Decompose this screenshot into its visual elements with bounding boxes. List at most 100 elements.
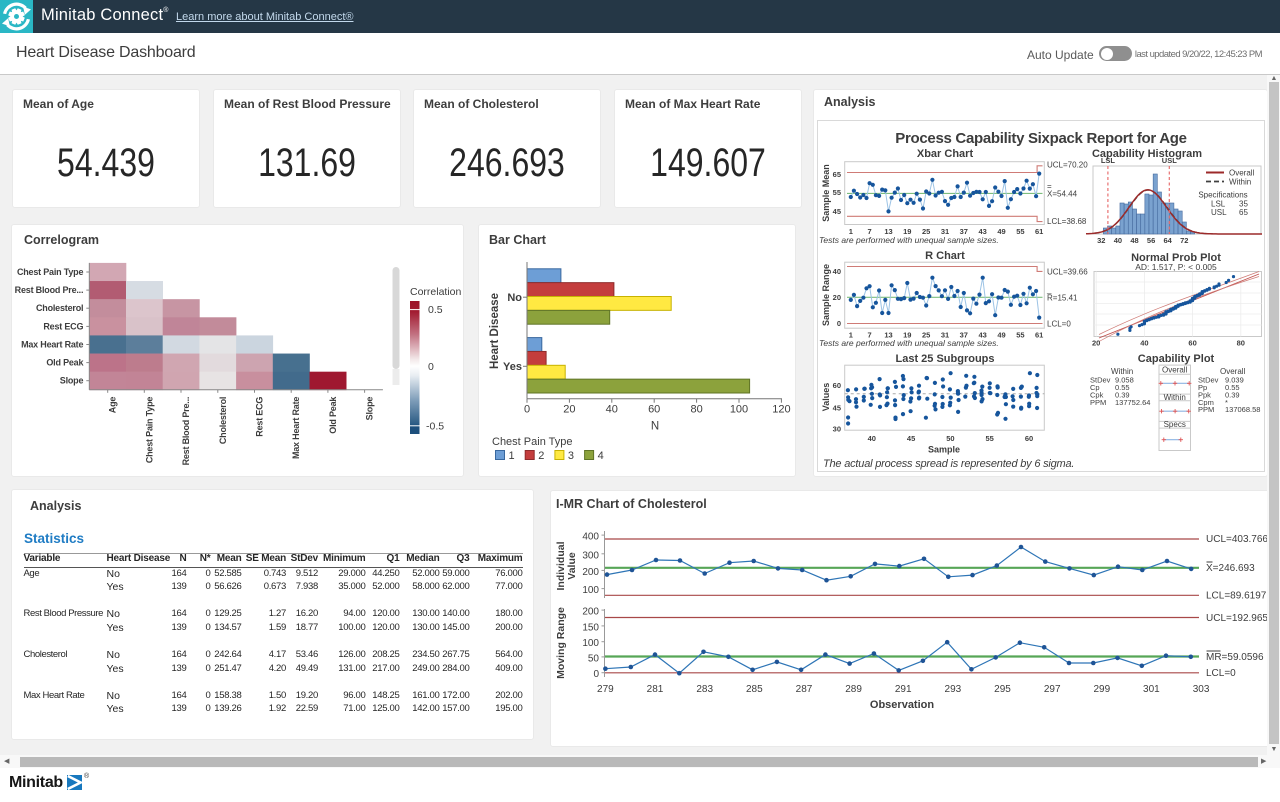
svg-text:30: 30	[833, 425, 841, 434]
svg-text:64: 64	[1164, 236, 1173, 245]
svg-text:Sample Mean: Sample Mean	[821, 164, 831, 222]
svg-text:USL: USL	[1211, 208, 1227, 217]
svg-text:40: 40	[833, 267, 841, 276]
svg-text:48: 48	[1130, 236, 1138, 245]
svg-text:MR=59.0596: MR=59.0596	[1206, 652, 1264, 663]
svg-text:56: 56	[1147, 236, 1155, 245]
svg-text:60: 60	[1025, 434, 1033, 443]
svg-text:PPM: PPM	[1090, 398, 1106, 407]
svg-text:Rest ECG: Rest ECG	[43, 321, 83, 331]
svg-text:LSL: LSL	[1101, 156, 1116, 165]
svg-text:297: 297	[1044, 684, 1061, 695]
svg-text:50: 50	[946, 434, 954, 443]
svg-text:0: 0	[524, 404, 530, 416]
svg-text:45: 45	[833, 207, 841, 216]
svg-text:299: 299	[1093, 684, 1110, 695]
svg-text:301: 301	[1143, 684, 1160, 695]
svg-text:X=54.44: X=54.44	[1047, 190, 1078, 199]
svg-text:60: 60	[648, 404, 660, 416]
svg-text:LCL=0: LCL=0	[1047, 320, 1071, 329]
svg-text:UCL=39.66: UCL=39.66	[1047, 268, 1088, 277]
svg-text:40: 40	[868, 434, 876, 443]
svg-text:R Chart: R Chart	[925, 250, 965, 262]
svg-text:Old Peak: Old Peak	[46, 358, 84, 368]
svg-text:279: 279	[597, 684, 614, 695]
svg-text:20: 20	[563, 404, 575, 416]
svg-text:50: 50	[588, 653, 600, 664]
svg-text:0: 0	[837, 319, 841, 328]
svg-text:100: 100	[730, 404, 748, 416]
svg-text:Chest Pain Type: Chest Pain Type	[144, 397, 154, 464]
svg-text:Chest Pain Type: Chest Pain Type	[492, 436, 573, 448]
svg-text:40: 40	[1140, 339, 1148, 348]
svg-text:Overall: Overall	[1220, 367, 1246, 376]
svg-text:LCL=0: LCL=0	[1206, 668, 1236, 679]
svg-text:No: No	[507, 292, 522, 304]
svg-text:Xbar Chart: Xbar Chart	[917, 148, 974, 160]
svg-text:AD: 1.517, P: < 0.005: AD: 1.517, P: < 0.005	[1135, 262, 1217, 272]
svg-text:100: 100	[582, 638, 599, 649]
svg-text:40: 40	[1114, 236, 1122, 245]
svg-text:Rest Blood Pre...: Rest Blood Pre...	[15, 285, 84, 295]
svg-text:1: 1	[509, 450, 515, 462]
svg-text:Within: Within	[1111, 367, 1133, 376]
svg-text:Moving Range: Moving Range	[555, 607, 567, 679]
svg-text:293: 293	[945, 684, 962, 695]
svg-text:40: 40	[606, 404, 618, 416]
svg-text:Within: Within	[1164, 393, 1186, 402]
svg-text:281: 281	[647, 684, 664, 695]
svg-text:291: 291	[895, 684, 912, 695]
svg-text:Slope: Slope	[60, 376, 84, 386]
svg-text:295: 295	[994, 684, 1011, 695]
svg-text:32: 32	[1097, 236, 1105, 245]
svg-text:289: 289	[845, 684, 862, 695]
svg-text:20: 20	[833, 293, 841, 302]
svg-text:287: 287	[796, 684, 813, 695]
svg-text:Correlation: Correlation	[410, 286, 462, 298]
svg-text:200: 200	[582, 567, 599, 578]
svg-text:Sample: Sample	[928, 445, 960, 455]
svg-text:LCL=89.6197: LCL=89.6197	[1206, 591, 1267, 602]
svg-text:Old Peak: Old Peak	[328, 396, 338, 434]
svg-text:Within: Within	[1229, 178, 1251, 187]
svg-text:X=246.693: X=246.693	[1206, 563, 1255, 574]
svg-text:60: 60	[1188, 339, 1196, 348]
svg-text:65: 65	[833, 170, 841, 179]
svg-text:55: 55	[833, 188, 841, 197]
svg-text:Tests are performed with unequ: Tests are performed with unequal sample …	[819, 235, 999, 245]
svg-text:N: N	[651, 421, 659, 433]
svg-text:Chest Pain Type: Chest Pain Type	[17, 267, 84, 277]
svg-text:Overall: Overall	[1229, 169, 1255, 178]
svg-text:Heart Disease: Heart Disease	[489, 293, 501, 369]
svg-text:Tests are performed with unequ: Tests are performed with unequal sample …	[819, 338, 999, 348]
svg-text:0: 0	[428, 361, 434, 373]
svg-text:Rest Blood Pre...: Rest Blood Pre...	[181, 397, 191, 466]
svg-text:LCL=38.68: LCL=38.68	[1047, 217, 1087, 226]
svg-text:55: 55	[986, 434, 994, 443]
svg-text:Age: Age	[108, 397, 118, 414]
svg-text:20: 20	[1092, 339, 1100, 348]
svg-text:80: 80	[690, 404, 702, 416]
svg-text:285: 285	[746, 684, 763, 695]
svg-text:60: 60	[833, 381, 841, 390]
svg-text:400: 400	[582, 532, 599, 543]
svg-text:0.5: 0.5	[428, 304, 443, 316]
svg-text:-0.5: -0.5	[426, 421, 444, 433]
svg-text:Max Heart Rate: Max Heart Rate	[21, 340, 83, 350]
svg-text:PPM: PPM	[1198, 405, 1214, 414]
svg-text:Specifications: Specifications	[1198, 191, 1247, 200]
svg-text:72: 72	[1180, 236, 1188, 245]
svg-text:Rest ECG: Rest ECG	[255, 397, 265, 437]
svg-text:Slope: Slope	[365, 397, 375, 421]
svg-text:0: 0	[593, 669, 599, 680]
svg-text:65: 65	[1239, 208, 1248, 217]
svg-text:Sample Range: Sample Range	[821, 264, 831, 326]
svg-text:UCL=192.965: UCL=192.965	[1206, 613, 1268, 624]
svg-text:3: 3	[568, 450, 574, 462]
svg-text:Overall: Overall	[1162, 366, 1188, 375]
svg-text:USL: USL	[1162, 156, 1177, 165]
svg-text:Last 25 Subgroups: Last 25 Subgroups	[895, 353, 994, 365]
svg-text:61: 61	[1035, 227, 1043, 236]
svg-text:Values: Values	[821, 383, 831, 412]
svg-text:UCL=403.766: UCL=403.766	[1206, 534, 1268, 545]
